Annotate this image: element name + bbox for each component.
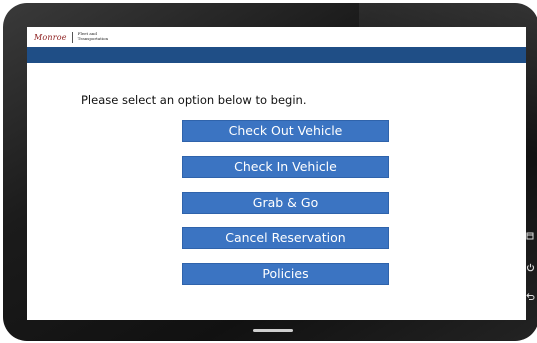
back-icon[interactable]	[525, 292, 535, 303]
instruction-text: Please select an option below to begin.	[81, 93, 307, 107]
monroe-logo: Monroe	[34, 32, 67, 42]
tablet-frame: Monroe Fleet and Transportation Please s…	[3, 3, 537, 341]
cancel-reservation-button[interactable]: Cancel Reservation	[182, 227, 389, 249]
recent-apps-icon[interactable]	[525, 232, 535, 242]
app-screen: Monroe Fleet and Transportation Please s…	[27, 27, 526, 320]
grab-and-go-button[interactable]: Grab & Go	[182, 192, 389, 214]
logo-divider	[71, 31, 73, 43]
check-out-vehicle-button[interactable]: Check Out Vehicle	[182, 120, 389, 142]
check-in-vehicle-button[interactable]: Check In Vehicle	[182, 156, 389, 178]
home-indicator[interactable]	[253, 329, 293, 332]
header-bar	[27, 47, 526, 63]
department-name: Fleet and Transportation	[77, 31, 109, 41]
power-icon[interactable]	[525, 263, 535, 274]
brand-header: Monroe Fleet and Transportation	[27, 27, 526, 47]
policies-button[interactable]: Policies	[182, 263, 389, 285]
